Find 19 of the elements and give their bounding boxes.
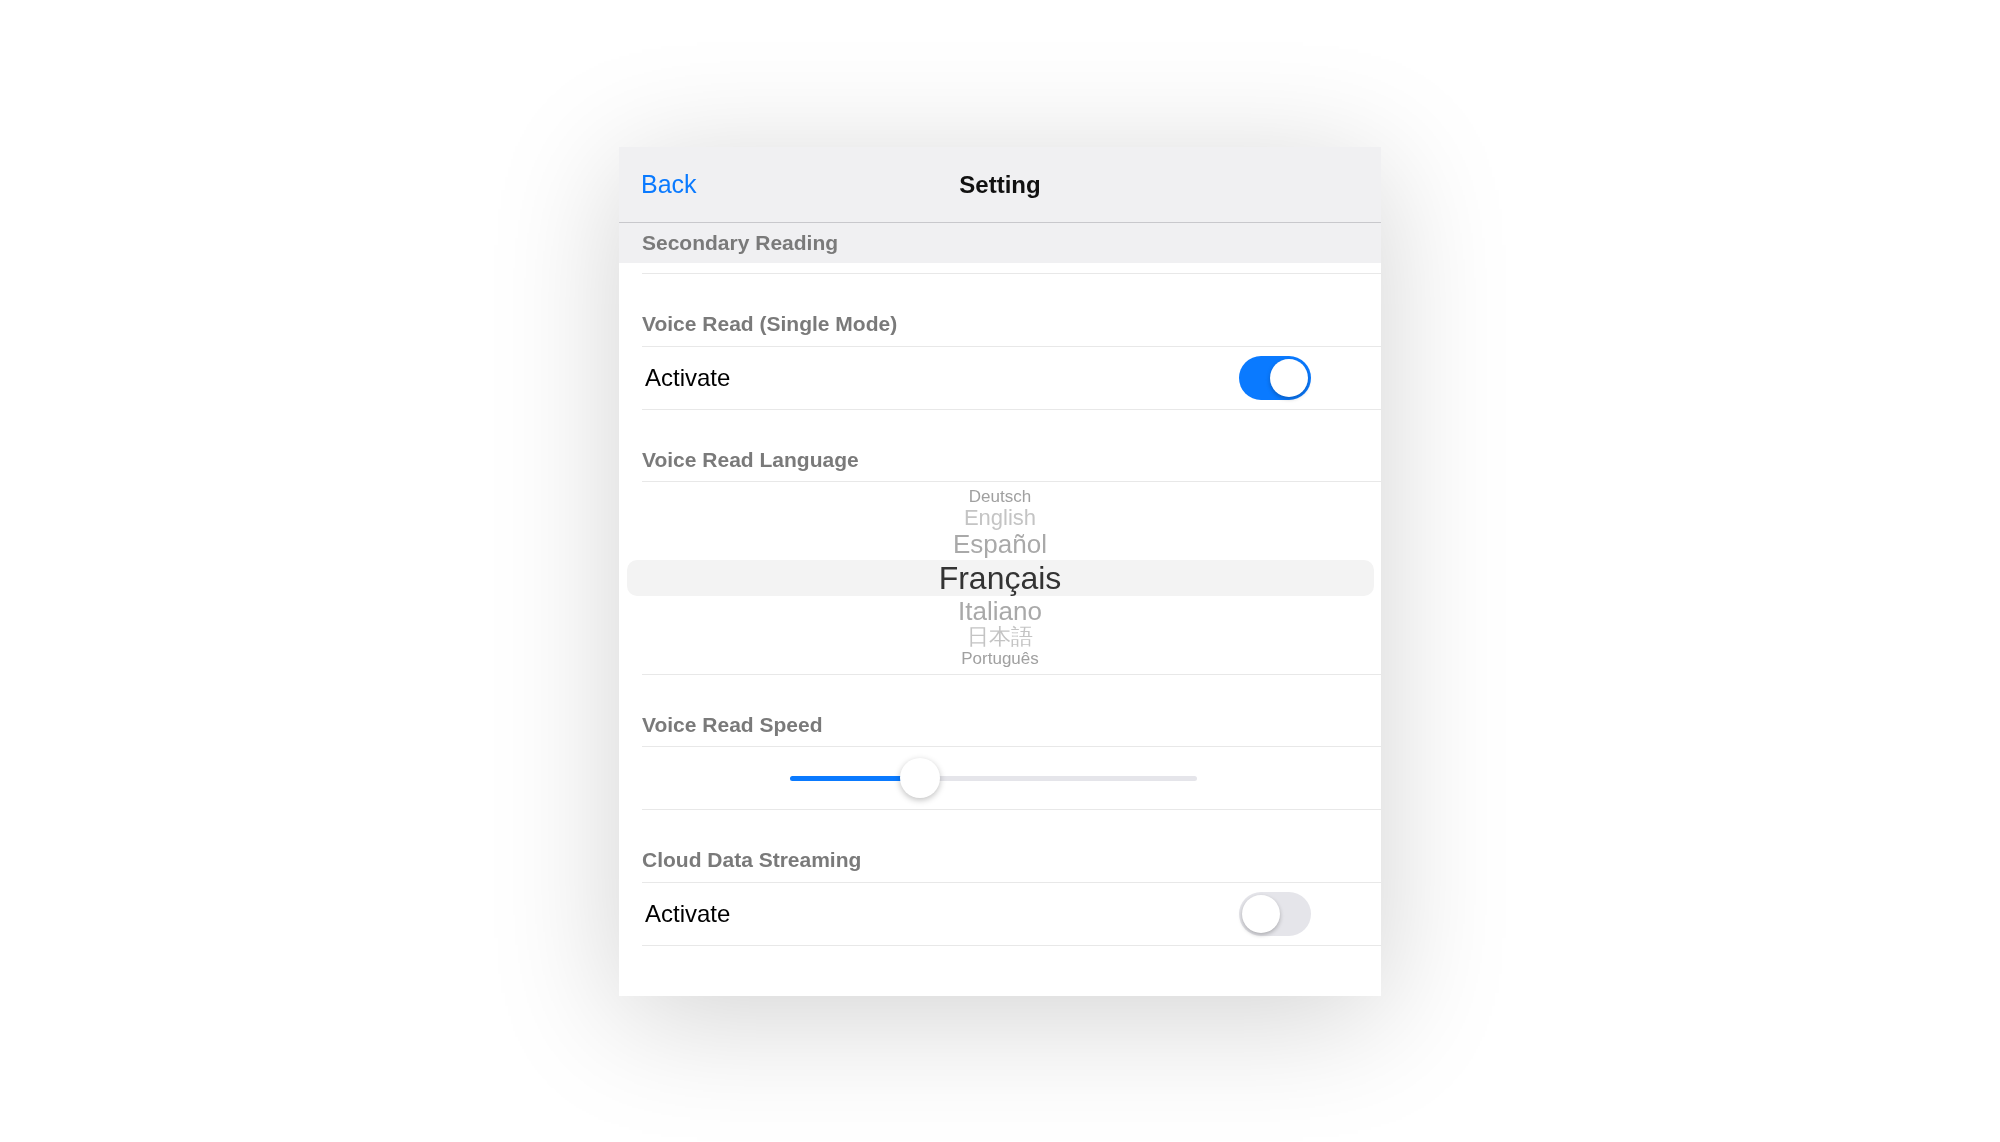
picker-option[interactable]: English xyxy=(963,506,1037,531)
slider-thumb[interactable] xyxy=(900,757,941,798)
picker-option[interactable]: Español xyxy=(953,530,1047,559)
toggle-switch[interactable] xyxy=(1239,891,1311,936)
picker-option[interactable]: Deutsch xyxy=(968,488,1032,506)
picker-option[interactable]: Português xyxy=(961,649,1039,668)
group-header: Voice Read Speed xyxy=(642,708,1381,748)
window-title: Setting xyxy=(959,169,1041,200)
picker-option[interactable]: 日本語 xyxy=(967,625,1033,650)
section-title: Secondary Reading xyxy=(642,230,839,257)
picker-option[interactable]: Italiano xyxy=(958,596,1042,626)
group-header: Voice Read (Single Mode) xyxy=(642,308,1381,347)
back-button[interactable]: Back xyxy=(641,165,697,204)
group-header: Voice Read Language xyxy=(642,443,1381,482)
row-label: Activate xyxy=(645,898,731,929)
group-header: Cloud Data Streaming xyxy=(642,844,1381,883)
picker-option[interactable]: Français xyxy=(626,559,1374,596)
toggle-switch[interactable] xyxy=(1239,355,1311,400)
row-label: Activate xyxy=(645,362,731,393)
